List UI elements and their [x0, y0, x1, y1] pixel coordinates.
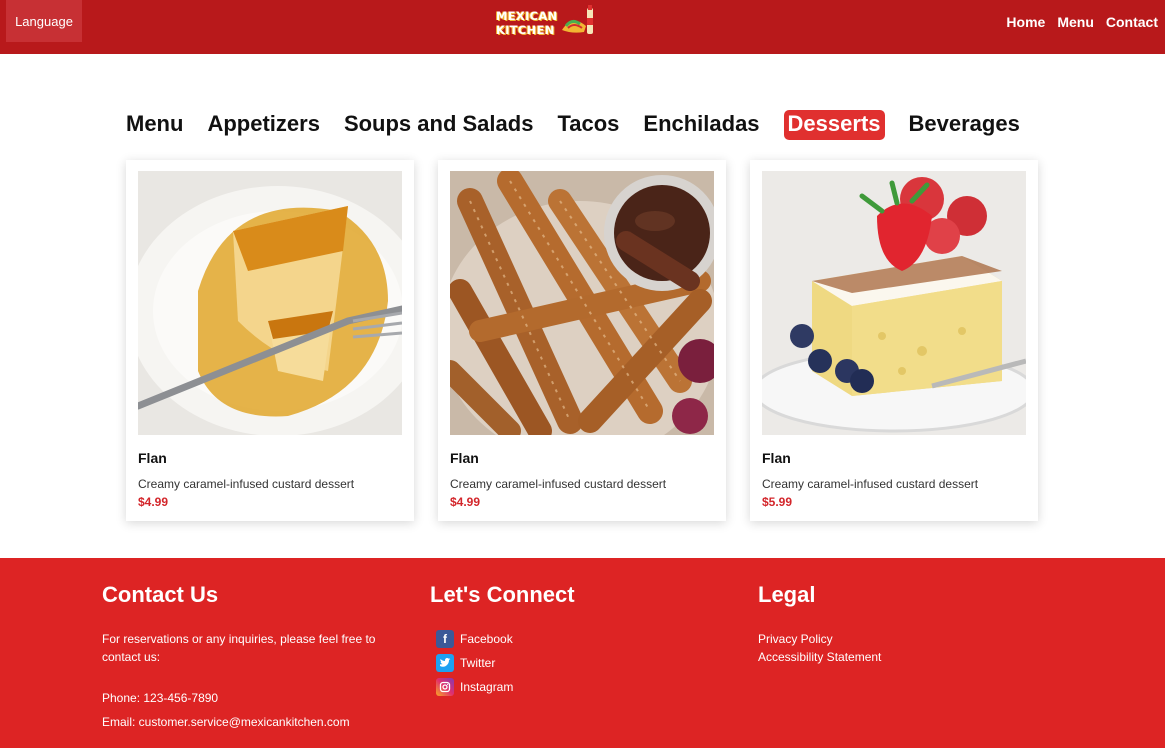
card-description: Creamy caramel-infused custard dessert: [762, 477, 979, 491]
nav-contact-link[interactable]: Contact: [1106, 14, 1158, 30]
card-description: Creamy caramel-infused custard dessert: [450, 477, 667, 491]
logo[interactable]: MEXICAN KITCHEN: [496, 4, 598, 42]
category-tabs: Menu Appetizers Soups and Salads Tacos E…: [126, 107, 1044, 140]
flan-image: [138, 171, 402, 435]
footer-connect-section: Let's Connect f Facebook Twitter Instagr…: [430, 582, 670, 702]
menu-card[interactable]: Flan Creamy caramel-infused custard dess…: [750, 160, 1038, 521]
card-description: Creamy caramel-infused custard dessert: [138, 477, 355, 491]
instagram-icon: [436, 678, 454, 696]
twitter-link[interactable]: Twitter: [436, 654, 670, 672]
tab-beverages[interactable]: Beverages: [909, 111, 1020, 137]
tab-desserts[interactable]: Desserts: [783, 110, 885, 140]
facebook-link[interactable]: f Facebook: [436, 630, 670, 648]
card-price: $4.99: [450, 495, 481, 509]
site-header: Language MEXICAN KITCHEN Home Menu Conta…: [0, 0, 1165, 54]
churros-image: [450, 171, 714, 435]
taco-bottle-icon: [562, 5, 593, 34]
card-name: Flan: [450, 450, 479, 466]
instagram-link[interactable]: Instagram: [436, 678, 670, 696]
footer-contact-text: For reservations or any inquiries, pleas…: [102, 632, 376, 664]
footer-email[interactable]: Email: customer.service@mexicankitchen.c…: [102, 713, 382, 731]
footer-contact-section: Contact Us For reservations or any inqui…: [102, 582, 382, 731]
logo-text: MEXICAN KITCHEN: [496, 9, 558, 37]
tab-tacos[interactable]: Tacos: [557, 111, 619, 137]
menu-card[interactable]: Flan Creamy caramel-infused custard dess…: [438, 160, 726, 521]
tab-enchiladas[interactable]: Enchiladas: [643, 111, 759, 137]
footer-phone: Phone: 123-456-7890: [102, 691, 219, 705]
facebook-icon: f: [436, 630, 454, 648]
card-price: $4.99: [138, 495, 169, 509]
footer-legal-section: Legal Privacy Policy Accessibility State…: [758, 582, 998, 666]
main-nav: Home Menu Contact: [1006, 14, 1158, 30]
footer-connect-title: Let's Connect: [430, 582, 575, 607]
card-name: Flan: [138, 450, 167, 466]
card-name: Flan: [762, 450, 791, 466]
tres-leches-image: [762, 171, 1026, 435]
nav-menu-link[interactable]: Menu: [1057, 14, 1094, 30]
nav-home-link[interactable]: Home: [1006, 14, 1045, 30]
tab-menu[interactable]: Menu: [126, 111, 183, 137]
tab-soups-and-salads[interactable]: Soups and Salads: [344, 111, 534, 137]
tab-appetizers[interactable]: Appetizers: [207, 111, 319, 137]
twitter-icon: [436, 654, 454, 672]
menu-card[interactable]: Flan Creamy caramel-infused custard dess…: [126, 160, 414, 521]
language-button[interactable]: Language: [6, 0, 82, 42]
card-price: $5.99: [762, 495, 793, 509]
site-footer: Contact Us For reservations or any inqui…: [0, 558, 1165, 748]
footer-legal-title: Legal: [758, 582, 816, 607]
accessibility-statement-link[interactable]: Accessibility Statement: [758, 648, 998, 666]
privacy-policy-link[interactable]: Privacy Policy: [758, 630, 998, 648]
footer-contact-title: Contact Us: [102, 582, 219, 607]
